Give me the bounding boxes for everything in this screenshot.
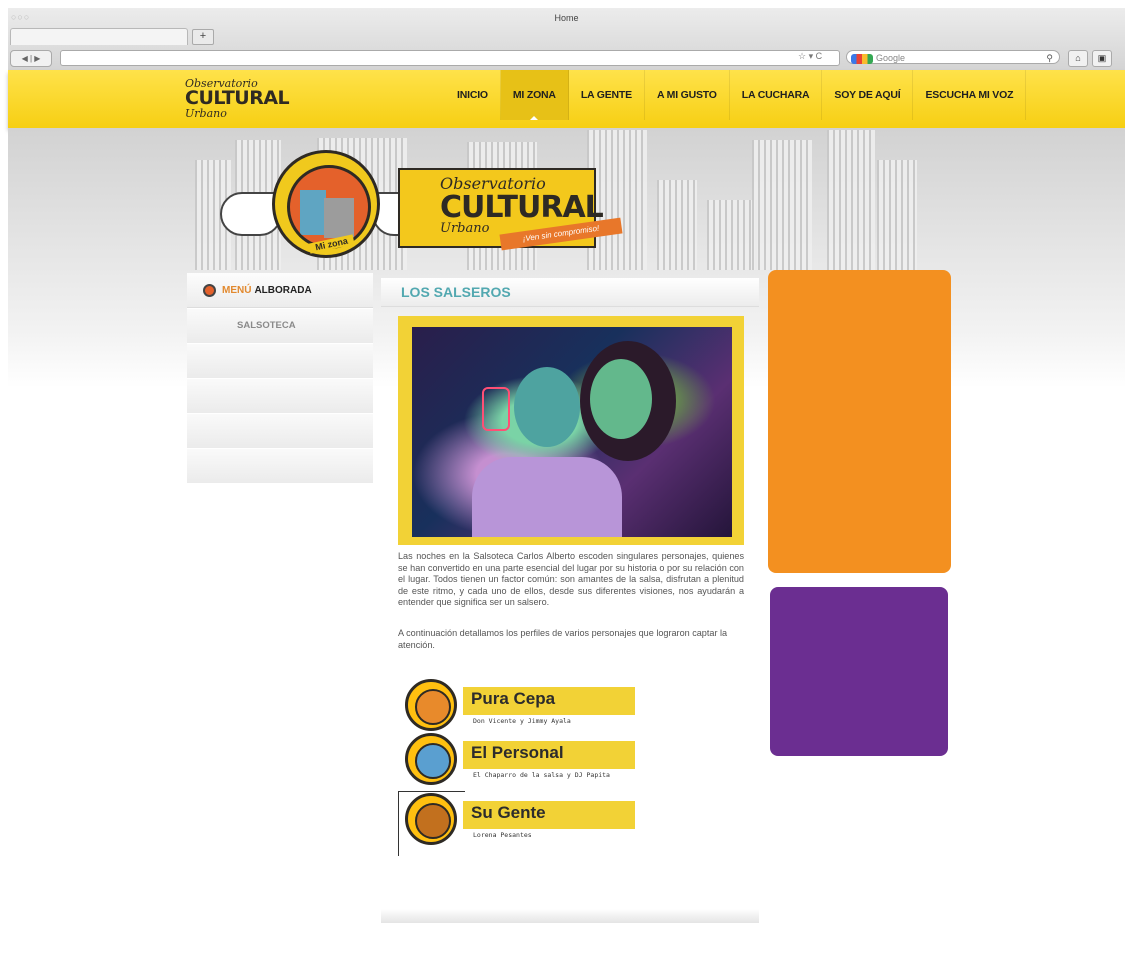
magnifier-icon[interactable]: ⚲ (1046, 51, 1053, 65)
profile-link-pura-cepa[interactable]: Pura Cepa Don Vicente y Jimmy Ayala (405, 679, 637, 737)
bookmark-icon[interactable]: ▣ (1092, 50, 1112, 67)
salseros-photo[interactable] (412, 327, 732, 537)
profile-subtitle: Lorena Pesantes (473, 831, 532, 839)
home-icon[interactable]: ⌂ (1068, 50, 1088, 67)
section-header: LOS SALSEROS (381, 278, 759, 307)
google-icon (851, 53, 873, 64)
nav-item-a-mi-gusto[interactable]: A MI GUSTO (645, 70, 730, 120)
profiles-intro: A continuación detallamos los perfiles d… (398, 628, 728, 650)
profile-title: Pura Cepa (471, 689, 556, 708)
site-header: Observatorio CULTURAL Urbano INICIO MI Z… (8, 70, 1125, 128)
person-icon (405, 679, 457, 731)
nav-item-mi-zona[interactable]: MI ZONA (500, 70, 569, 120)
nav-item-escucha-mi-voz[interactable]: ESCUCHA MI VOZ (913, 70, 1027, 120)
sidebar-item[interactable] (187, 378, 373, 413)
hero-title: CULTURAL (440, 190, 604, 225)
window-title: Home (554, 13, 579, 23)
search-placeholder: Google (876, 53, 906, 63)
browser-chrome: ○○○ Home + ◀ | ▶ ☆ ▾ C Google ⚲ ⌂ ▣ (8, 8, 1125, 71)
buildings-icon (287, 165, 371, 249)
sidebar-menu-name: ALBORADA (254, 284, 312, 296)
profile-subtitle: Don Vicente y Jimmy Ayala (473, 717, 571, 725)
sidebar-header: MENÚ ALBORADA (187, 273, 373, 308)
sidebar-menu: MENÚ ALBORADA SALSOTECA (187, 273, 373, 483)
turntable-icon (405, 733, 457, 785)
hero-script-bottom: Urbano (440, 221, 490, 236)
content-footer-bar (381, 909, 759, 923)
nav-item-inicio[interactable]: INICIO (445, 70, 501, 120)
url-bar-icons[interactable]: ☆ ▾ C (798, 51, 822, 62)
nav-item-la-gente[interactable]: LA GENTE (569, 70, 645, 120)
profile-title: El Personal (471, 743, 564, 762)
browser-tab[interactable] (10, 28, 188, 45)
profile-link-el-personal[interactable]: El Personal El Chaparro de la salsa y DJ… (405, 733, 637, 791)
sidebar-item-salsoteca[interactable]: SALSOTECA (187, 308, 373, 343)
nav-item-la-cuchara[interactable]: LA CUCHARA (730, 70, 823, 120)
sidebar-item[interactable] (187, 413, 373, 448)
mi-zona-badge: Mi zona (272, 150, 380, 258)
sidebar-item[interactable] (187, 448, 373, 483)
main-nav: INICIO MI ZONA LA GENTE A MI GUSTO LA CU… (445, 70, 1027, 128)
site-logo[interactable]: Observatorio CULTURAL Urbano (185, 78, 290, 120)
logo-script-bottom: Urbano (185, 107, 227, 120)
address-bar[interactable] (60, 50, 840, 66)
profile-title: Su Gente (471, 803, 546, 822)
profile-link-su-gente[interactable]: Su Gente Lorena Pesantes (405, 793, 637, 851)
sidebar-menu-label: MENÚ (222, 284, 252, 296)
intro-paragraph: Las noches en la Salsoteca Carlos Albert… (398, 551, 744, 607)
menu-bullet-icon (203, 283, 216, 297)
sidebar-item[interactable] (187, 343, 373, 378)
nav-item-soy-de-aqui[interactable]: SOY DE AQUÍ (822, 70, 914, 120)
search-field[interactable]: Google ⚲ (846, 50, 1060, 64)
page-title: LOS SALSEROS (401, 284, 511, 300)
back-forward-buttons[interactable]: ◀ | ▶ (10, 50, 52, 67)
logo-title: CULTURAL (185, 87, 290, 109)
purple-ad-block[interactable] (770, 587, 948, 756)
tab-strip: + (8, 26, 1125, 45)
dancer-legs-icon (405, 793, 457, 845)
profile-subtitle: El Chaparro de la salsa y DJ Papita (473, 771, 610, 779)
new-tab-button[interactable]: + (192, 29, 214, 45)
photo-frame (398, 316, 744, 545)
orange-ad-block[interactable] (768, 270, 951, 573)
